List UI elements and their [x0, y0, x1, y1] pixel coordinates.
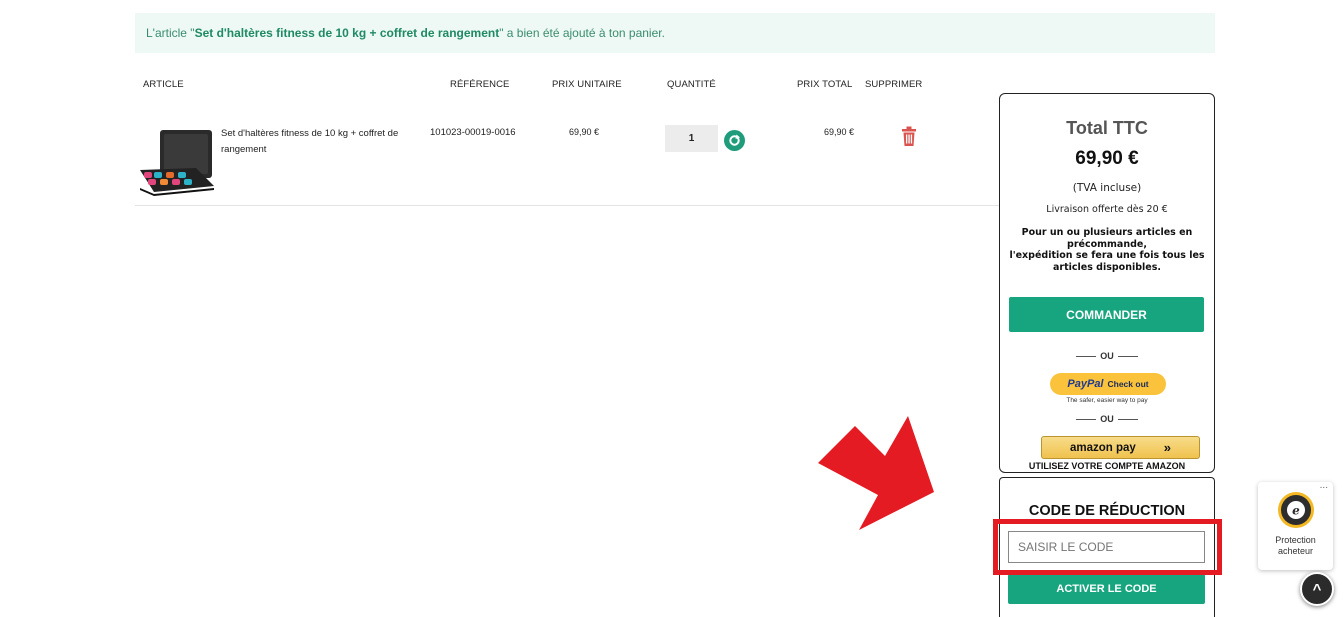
amazon-account-note: UTILISEZ VOTRE COMPTE AMAZON — [1028, 461, 1186, 471]
trusted-shops-badge[interactable]: ... e Protection acheteur — [1258, 480, 1333, 570]
chevron-right-icon: » — [1163, 440, 1172, 455]
paypal-tagline: The safer, easier way to pay — [1066, 397, 1148, 404]
or-separator-2: OU — [1000, 414, 1214, 424]
buyer-protection-line-2: acheteur — [1277, 546, 1314, 556]
order-summary: Total TTC 69,90 € (TVA incluse) Livraiso… — [999, 93, 1215, 473]
trash-icon[interactable] — [901, 126, 917, 147]
buyer-protection-label: Protection acheteur — [1258, 535, 1333, 557]
unit-price: 69,90 € — [569, 127, 600, 137]
arrow-annotation-icon — [818, 416, 934, 530]
header-delete: SUPPRIMER — [865, 79, 923, 90]
paypal-logo: PayPal — [1067, 378, 1104, 390]
product-name[interactable]: Set d'haltères fitness de 10 kg + coffre… — [221, 126, 406, 158]
notice-prefix: L'article " — [146, 26, 195, 40]
preorder-note-line-2: l'expédition se fera une fois tous les a… — [1009, 250, 1205, 273]
paypal-checkout-button[interactable]: PayPal Check out — [1050, 373, 1166, 395]
total-price: 69,90 € — [824, 127, 855, 137]
more-icon[interactable]: ... — [1320, 480, 1328, 491]
refresh-icon[interactable] — [724, 130, 745, 151]
cart-added-notice: L'article " Set d'haltères fitness de 10 … — [135, 13, 1215, 53]
product-reference: 101023-00019-0016 — [430, 127, 516, 138]
total-ttc-value: 69,90 € — [1075, 148, 1139, 169]
preorder-note: Pour un ou plusieurs articles en précomm… — [1006, 227, 1208, 273]
header-total-price: PRIX TOTAL — [797, 79, 853, 90]
notice-suffix: " a bien été ajouté à ton panier. — [499, 26, 665, 40]
quantity-input[interactable]: 1 — [665, 125, 718, 152]
amazon-pay-button[interactable]: amazon pay » — [1041, 436, 1200, 459]
scroll-to-top-button[interactable]: ^ — [1300, 572, 1334, 606]
notice-product: Set d'haltères fitness de 10 kg + coffre… — [194, 26, 500, 40]
header-unit-price: PRIX UNITAIRE — [552, 79, 622, 90]
activate-code-button[interactable]: ACTIVER LE CODE — [1008, 574, 1205, 604]
header-quantity: QUANTITÉ — [667, 79, 716, 90]
highlight-box — [993, 519, 1222, 575]
seal-letter: e — [1292, 504, 1300, 518]
amazon-pay-label: amazon pay — [1069, 441, 1136, 454]
trusted-shops-seal-icon: e — [1278, 492, 1314, 528]
order-button[interactable]: COMMANDER — [1009, 297, 1204, 332]
or-separator-1: OU — [1000, 351, 1214, 361]
chevron-up-icon: ^ — [1312, 580, 1322, 598]
row-divider — [135, 205, 999, 206]
buyer-protection-line-1: Protection — [1275, 535, 1316, 545]
tva-note: (TVA incluse) — [1072, 182, 1142, 194]
header-reference: RÉFÉRENCE — [450, 79, 510, 90]
product-image[interactable] — [138, 126, 218, 204]
paypal-checkout-label: Check out — [1107, 379, 1149, 389]
total-ttc-label: Total TTC — [1066, 118, 1148, 138]
shipping-note: Livraison offerte dès 20 € — [1046, 204, 1168, 215]
promo-title: CODE DE RÉDUCTION — [1028, 503, 1186, 519]
header-article: ARTICLE — [143, 79, 184, 90]
preorder-note-line-1: Pour un ou plusieurs articles en précomm… — [1021, 227, 1193, 250]
